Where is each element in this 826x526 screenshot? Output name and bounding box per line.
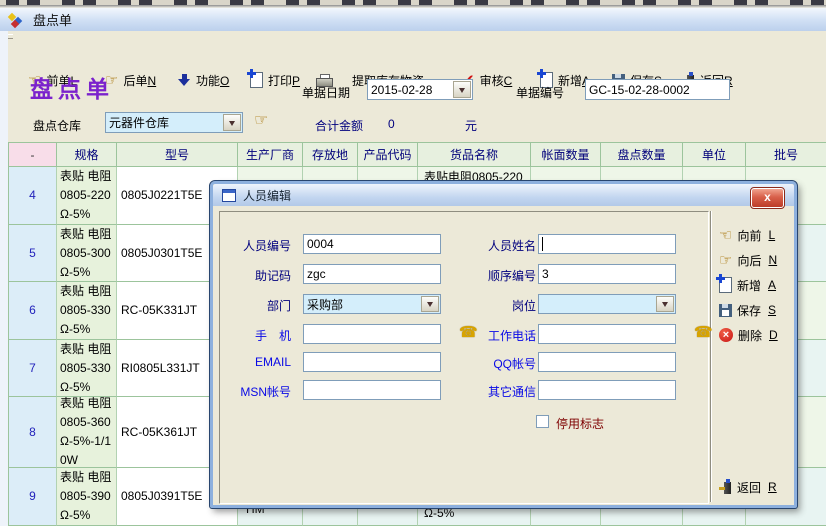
emp-name-label: 人员姓名 — [465, 237, 536, 254]
combo-dropdown-button[interactable] — [656, 296, 674, 312]
hand-right-icon: ☞ — [719, 253, 732, 268]
app-window: 盘点单 ☜ 前单L ☞ 后单N 功能O 打印P 提取库存物资 ✔ 审核C — [0, 0, 826, 526]
column-header[interactable]: 产品代码 — [358, 143, 418, 167]
email-label: EMAIL — [217, 355, 291, 369]
column-header[interactable]: 批号 — [746, 143, 826, 167]
combo-dropdown-button[interactable] — [453, 81, 471, 98]
cell-spec[interactable]: 表贴 电阻0805-360Ω-5%-1/10W — [57, 397, 117, 468]
page-plus-icon — [250, 72, 263, 88]
cell-spec[interactable]: 表贴 电阻0805-390Ω-5% — [57, 468, 117, 526]
column-header[interactable]: 型号 — [117, 143, 238, 167]
page-plus-icon — [719, 277, 732, 293]
column-header[interactable]: 货品名称 — [418, 143, 531, 167]
qq-label: QQ帐号 — [465, 355, 536, 372]
seq-no-input[interactable] — [538, 264, 676, 284]
panel-divider — [710, 211, 712, 502]
seq-no-label: 顺序编号 — [465, 267, 536, 284]
print-button[interactable]: 打印P — [250, 70, 300, 90]
client-edge — [0, 31, 8, 526]
total-amount-label: 合计金额 — [315, 117, 363, 134]
emp-no-label: 人员编号 — [217, 237, 291, 254]
emp-name-input[interactable] — [538, 234, 676, 254]
dialog-add-button[interactable]: 新增A — [719, 275, 776, 295]
pointing-finger-icon[interactable]: ☞ — [254, 112, 268, 128]
doc-no-input[interactable]: GC-15-02-28-0002 — [585, 79, 730, 100]
mobile-input[interactable] — [303, 324, 441, 344]
dept-combobox[interactable]: 采购部 — [303, 294, 441, 314]
dialog-forward-button[interactable]: ☜ 向前L — [719, 225, 775, 245]
mdi-titlebar: 盘点单 — [0, 8, 826, 32]
post-label: 岗位 — [465, 297, 536, 314]
function-button[interactable]: 功能O — [178, 70, 229, 90]
other-contact-label: 其它通信 — [465, 383, 536, 400]
combo-dropdown-button[interactable] — [421, 296, 439, 312]
cell-spec[interactable]: 表贴 电阻0805-330Ω-5% — [57, 282, 117, 340]
email-input[interactable] — [303, 352, 441, 372]
cell-spec[interactable]: 表贴 电阻0805-220Ω-5% — [57, 167, 117, 225]
cell-row-number[interactable]: 9 — [9, 468, 57, 526]
column-header[interactable]: 存放地 — [303, 143, 358, 167]
toolbar: ☜ 前单L ☞ 后单N 功能O 打印P 提取库存物资 ✔ 审核C 新增A — [0, 31, 826, 70]
clipped-menu-bar — [0, 0, 826, 8]
doc-date-combobox[interactable]: 2015-02-28 — [367, 79, 473, 100]
cell-row-number[interactable]: 8 — [9, 397, 57, 468]
page-title: 盘点单 — [30, 70, 114, 104]
cell-spec[interactable]: 表贴 电阻0805-300Ω-5% — [57, 225, 117, 282]
column-header[interactable]: 规格 — [57, 143, 117, 167]
column-header[interactable]: 盘点数量 — [601, 143, 683, 167]
msn-label: MSN帐号 — [217, 383, 291, 400]
total-amount-value: 0 — [388, 117, 395, 131]
total-amount-unit: 元 — [465, 117, 477, 134]
mnemonic-input[interactable] — [303, 264, 441, 284]
warehouse-combobox[interactable]: 元器件仓库 — [105, 112, 243, 133]
dialog-save-button[interactable]: 保存S — [719, 300, 776, 320]
cell-row-number[interactable]: 7 — [9, 340, 57, 397]
dialog-delete-button[interactable]: × 删除D — [719, 325, 778, 345]
mnemonic-label: 助记码 — [217, 267, 291, 284]
work-phone-input[interactable] — [538, 324, 676, 344]
combo-dropdown-button[interactable] — [223, 114, 241, 131]
column-header[interactable]: 单位 — [683, 143, 746, 167]
doc-date-label: 单据日期 — [302, 84, 350, 101]
hand-left-icon: ☜ — [719, 228, 732, 243]
column-header[interactable]: 帐面数量 — [531, 143, 601, 167]
dialog-title: 人员编辑 — [243, 187, 291, 204]
cell-row-number[interactable]: 5 — [9, 225, 57, 282]
dept-label: 部门 — [217, 297, 291, 314]
other-contact-input[interactable] — [538, 380, 676, 400]
dialog-return-button[interactable]: 返回R — [719, 477, 777, 497]
personnel-edit-dialog: 人员编辑 x 人员编号 人员姓名 助记码 顺序编号 部门 采购部 岗位 手 机 … — [210, 181, 797, 508]
dialog-titlebar[interactable]: 人员编辑 — [213, 184, 794, 206]
floppy-save-icon — [719, 304, 732, 317]
disable-flag-checkbox[interactable] — [536, 415, 549, 428]
emp-no-input[interactable] — [303, 234, 441, 254]
column-header[interactable]: - — [9, 143, 57, 167]
msn-input[interactable] — [303, 380, 441, 400]
post-combobox[interactable] — [538, 294, 676, 314]
disable-flag-label: 停用标志 — [556, 415, 604, 432]
window-title: 盘点单 — [33, 10, 72, 29]
doc-no-label: 单据编号 — [516, 84, 564, 101]
dialog-backward-button[interactable]: ☞ 向后N — [719, 250, 777, 270]
phone-icon[interactable]: ☎ — [694, 325, 713, 340]
delete-icon: × — [719, 328, 733, 342]
table-header-row: - 规格 型号 生产厂商 存放地 产品代码 货品名称 帐面数量 盘点数量 单位 … — [9, 143, 826, 167]
warehouse-label: 盘点仓库 — [33, 117, 81, 134]
cell-row-number[interactable]: 6 — [9, 282, 57, 340]
mobile-label: 手 机 — [217, 327, 291, 344]
text-caret — [542, 237, 543, 251]
inventory-sheet-icon — [8, 12, 26, 28]
column-header[interactable]: 生产厂商 — [238, 143, 303, 167]
close-icon[interactable]: x — [751, 188, 784, 208]
exit-door-icon — [719, 480, 732, 495]
qq-input[interactable] — [538, 352, 676, 372]
window-icon — [222, 189, 236, 202]
work-phone-label: 工作电话 — [465, 327, 536, 344]
cell-spec[interactable]: 表贴 电阻0805-330Ω-5% — [57, 340, 117, 397]
cell-row-number[interactable]: 4 — [9, 167, 57, 225]
down-arrow-icon — [178, 73, 191, 87]
